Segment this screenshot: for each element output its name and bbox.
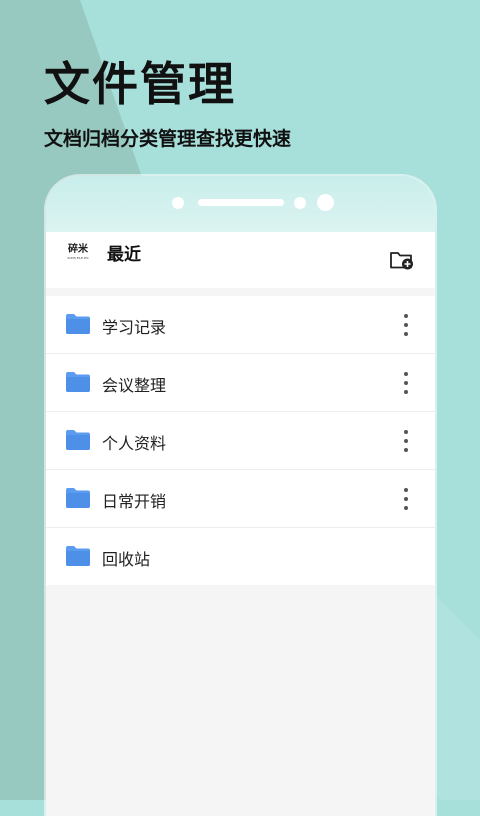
more-options-icon[interactable] [398,488,414,510]
front-camera [317,194,334,211]
folder-name: 个人资料 [102,434,167,453]
folder-icon [66,372,90,392]
app-logo: 碎米 SUIMI·FILE·PIC [64,244,92,266]
more-options-icon[interactable] [398,430,414,452]
phone-frame: 碎米 SUIMI·FILE·PIC 最近 学习记录会议整理个人资料日常开销回收站 [46,176,435,816]
folder-name: 学习记录 [102,318,167,337]
folder-icon [66,546,90,566]
more-options-icon[interactable] [398,314,414,336]
folder-icon [66,430,90,450]
folder-row[interactable]: 日常开销 [46,470,435,528]
logo-subtext: SUIMI·FILE·PIC [67,256,89,260]
logo-text: 碎米 [68,244,88,255]
folder-row[interactable]: 学习记录 [46,296,435,354]
sensor-dot [172,197,184,209]
folder-list: 学习记录会议整理个人资料日常开销回收站 [46,296,435,585]
sensor-dot [294,197,306,209]
folder-row[interactable]: 会议整理 [46,354,435,412]
folder-name: 日常开销 [102,492,167,511]
promo-title: 文件管理 [44,57,236,111]
phone-top-bezel [46,176,435,232]
more-options-icon[interactable] [398,372,414,394]
new-folder-button[interactable] [388,246,416,274]
folder-plus-icon [390,252,413,270]
speaker-grille [198,199,284,206]
folder-icon [66,314,90,334]
app-bar: 碎米 SUIMI·FILE·PIC 最近 [46,232,435,288]
folder-name: 会议整理 [102,376,167,395]
page-title: 最近 [107,245,141,265]
folder-name: 回收站 [102,550,151,569]
promo-subtitle: 文档归档分类管理查找更快速 [44,128,292,150]
folder-icon [66,488,90,508]
folder-row[interactable]: 个人资料 [46,412,435,470]
folder-row[interactable]: 回收站 [46,528,435,585]
